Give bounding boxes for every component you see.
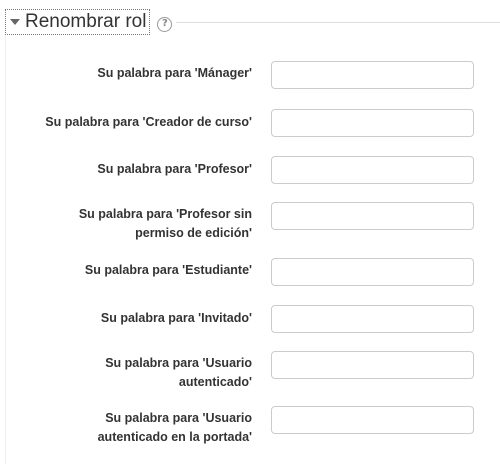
field-label-text: Su palabra para 'Mánager': [97, 66, 252, 80]
form-row-authenticated-user: Su palabra para 'Usuario autenticado': [0, 351, 500, 397]
form-row-frontpage-user: Su palabra para 'Usuario autenticado en …: [0, 406, 500, 452]
field-label-teacher: Su palabra para 'Profesor': [97, 160, 252, 179]
field-label-line-2: autenticado en la portada': [97, 430, 252, 444]
form-row-manager: Su palabra para 'Mánager': [0, 60, 500, 90]
field-label-text: Su palabra para 'Profesor': [97, 162, 252, 176]
form-row-student: Su palabra para 'Estudiante': [0, 257, 500, 287]
field-label-course-creator: Su palabra para 'Creador de curso': [45, 113, 252, 132]
field-label-authenticated-user: Su palabra para 'Usuario autenticado': [105, 354, 252, 392]
frontpage-user-name-input[interactable]: [271, 406, 474, 434]
form-row-guest: Su palabra para 'Invitado': [0, 304, 500, 334]
field-label-line-2: autenticado': [178, 375, 252, 389]
field-label-non-editing-teacher: Su palabra para 'Profesor sin permiso de…: [79, 205, 252, 243]
manager-name-input[interactable]: [271, 61, 474, 89]
field-label-student: Su palabra para 'Estudiante': [85, 261, 252, 280]
field-label-line-1: Su palabra para 'Usuario: [105, 356, 252, 370]
course-creator-name-input[interactable]: [271, 109, 474, 137]
form-row-teacher: Su palabra para 'Profesor': [0, 155, 500, 185]
caret-down-icon[interactable]: [10, 19, 20, 25]
field-label-guest: Su palabra para 'Invitado': [101, 309, 252, 328]
field-label-text: Su palabra para 'Invitado': [100, 311, 252, 325]
section-title[interactable]: Renombrar rol: [25, 11, 146, 33]
form-row-course-creator: Su palabra para 'Creador de curso': [0, 108, 500, 138]
section-collapse-toggle[interactable]: Renombrar rol: [5, 9, 151, 35]
field-label-line-2: permiso de edición': [135, 226, 252, 240]
authenticated-user-name-input[interactable]: [271, 351, 474, 379]
field-label-frontpage-user: Su palabra para 'Usuario autenticado en …: [98, 409, 252, 447]
field-label-text: Su palabra para 'Creador de curso': [45, 115, 252, 129]
field-label-line-1: Su palabra para 'Usuario: [105, 411, 252, 425]
rename-roles-form: Renombrar rol ? Su palabra para 'Mánager…: [0, 0, 500, 464]
non-editing-teacher-name-input[interactable]: [271, 202, 474, 230]
student-name-input[interactable]: [271, 258, 474, 286]
field-label-manager: Su palabra para 'Mánager': [97, 64, 252, 83]
help-icon[interactable]: ?: [157, 16, 173, 32]
form-row-non-editing-teacher: Su palabra para 'Profesor sin permiso de…: [0, 202, 500, 248]
guest-name-input[interactable]: [271, 305, 474, 333]
teacher-name-input[interactable]: [271, 156, 474, 184]
field-label-line-1: Su palabra para 'Profesor sin: [78, 207, 252, 221]
fieldset-legend: Renombrar rol ?: [5, 8, 177, 36]
field-label-text: Su palabra para 'Estudiante': [84, 263, 252, 277]
